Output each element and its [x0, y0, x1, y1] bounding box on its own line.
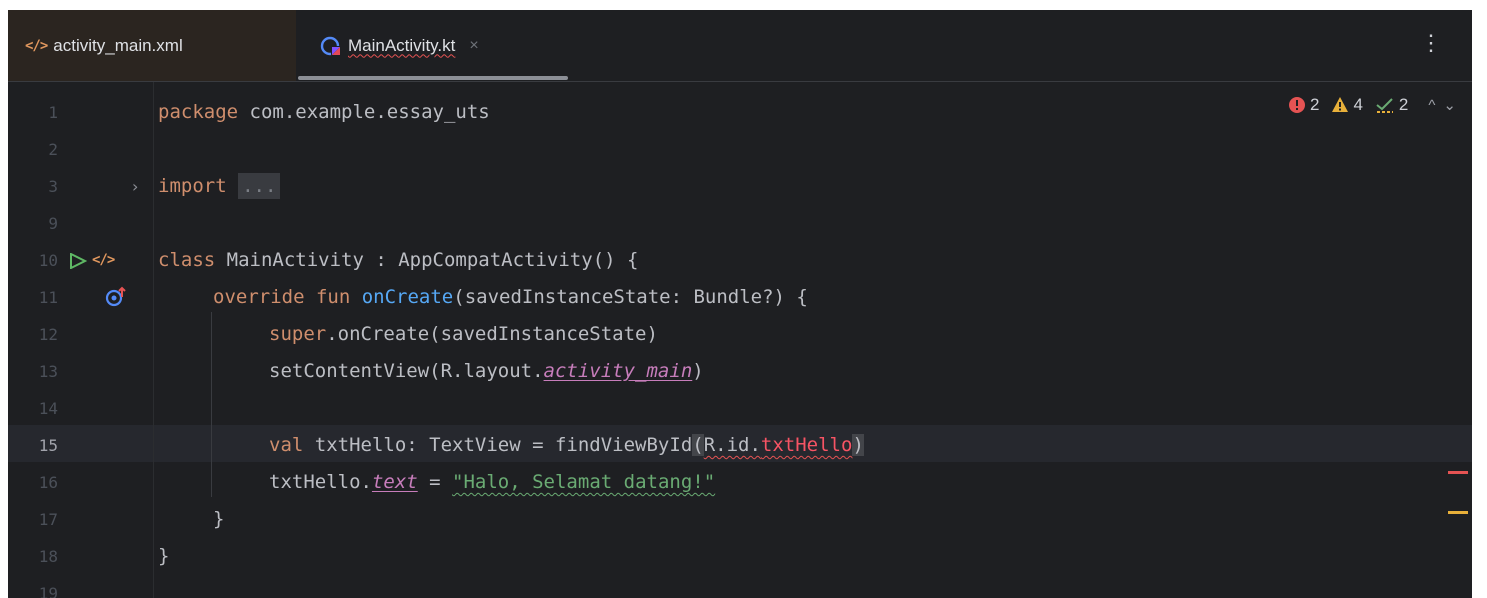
line-number: 12 — [38, 325, 58, 344]
overrides-method-icon[interactable] — [104, 286, 128, 312]
operator: = — [417, 471, 453, 493]
unresolved-reference: txtHello — [760, 434, 853, 456]
line-number: 16 — [38, 473, 58, 492]
package-name: com.example.essay_uts — [238, 101, 490, 123]
error-count-value: 2 — [1309, 95, 1320, 114]
close-tab-icon[interactable]: × — [469, 37, 478, 55]
fold-expand-icon[interactable]: › — [132, 168, 138, 205]
layout-preview-icon[interactable]: </> — [92, 242, 115, 279]
string-literal: "Halo, Selamat datang!" — [452, 471, 716, 493]
line-number: 19 — [38, 584, 58, 598]
keyword: val — [269, 434, 304, 456]
tab-label: MainActivity.kt — [348, 35, 456, 55]
code-line-17: } — [213, 508, 225, 530]
indent-guide — [211, 312, 212, 497]
line-number: 3 — [48, 177, 58, 196]
more-options-icon[interactable]: ⋮ — [1420, 32, 1442, 54]
code-editor[interactable]: 1 2 3 9 10 11 12 13 14 15 16 17 18 19 › … — [8, 82, 1472, 598]
active-tab-indicator — [298, 76, 568, 80]
xml-icon: </> — [25, 37, 48, 54]
property-reference: text — [371, 471, 418, 493]
kotlin-class-icon — [320, 35, 342, 57]
code-line-10: class MainActivity : AppCompatActivity()… — [158, 242, 638, 279]
gutter-separator — [153, 82, 154, 598]
line-number: 17 — [38, 510, 58, 529]
keyword: super — [269, 323, 327, 345]
error-count[interactable]: 2 — [1288, 95, 1319, 115]
code-line-3: import ... — [158, 168, 281, 205]
run-icon[interactable] — [69, 252, 88, 273]
tab-label: activity_main.xml — [53, 35, 183, 55]
error-stripe-marker[interactable] — [1448, 471, 1468, 474]
declaration: txtHello: TextView = findViewById — [303, 434, 693, 456]
matched-bracket: ) — [852, 434, 864, 456]
code-line-16: txtHello.text = "Halo, Selamat datang!" — [269, 464, 715, 501]
code-line-13: setContentView(R.layout.activity_main) — [269, 353, 704, 390]
call: setContentView(R.layout. — [269, 360, 544, 382]
weak-warning-count-value: 2 — [1398, 95, 1409, 114]
line-number: 9 — [48, 214, 58, 233]
keyword: override fun — [213, 286, 351, 308]
id-reference: R.id. — [703, 434, 761, 456]
code-line-1: package com.example.essay_uts — [158, 94, 490, 131]
line-number: 1 — [48, 103, 58, 122]
warning-count[interactable]: 4 — [1331, 95, 1363, 115]
tab-main-activity-kt[interactable]: MainActivity.kt × — [296, 10, 574, 81]
line-number: 2 — [48, 140, 58, 159]
error-icon — [1288, 97, 1305, 113]
call: .onCreate(savedInstanceState) — [326, 323, 658, 345]
paren: ) — [692, 360, 704, 382]
code-line-18: } — [158, 545, 170, 567]
line-number: 18 — [38, 547, 58, 566]
warning-count-value: 4 — [1353, 95, 1363, 114]
previous-highlight-icon[interactable]: ^ — [1428, 97, 1435, 114]
function-name: onCreate — [361, 286, 454, 308]
folded-imports[interactable]: ... — [238, 173, 281, 199]
editor-window: </> activity_main.xml MainActivity.kt × … — [8, 10, 1472, 598]
line-number-current: 15 — [38, 436, 58, 455]
keyword: package — [158, 101, 239, 123]
code-line-11: override fun onCreate(savedInstanceState… — [213, 279, 808, 316]
class-declaration: MainActivity : AppCompatActivity() { — [215, 249, 639, 271]
line-number: 14 — [38, 399, 58, 418]
matched-bracket: ( — [692, 434, 704, 456]
layout-reference: activity_main — [543, 360, 693, 382]
receiver: txtHello. — [269, 471, 372, 493]
next-highlight-icon[interactable]: ⌄ — [1443, 96, 1456, 114]
tab-bar: </> activity_main.xml MainActivity.kt × … — [8, 10, 1472, 82]
gutter: 1 2 3 9 10 11 12 13 14 15 16 17 18 19 › … — [8, 82, 153, 598]
line-number: 13 — [38, 362, 58, 381]
keyword: import — [158, 175, 227, 197]
weak-warning-count[interactable]: 2 — [1375, 95, 1408, 115]
function-params: (savedInstanceState: Bundle?) { — [453, 286, 808, 308]
line-number: 11 — [38, 288, 58, 307]
check-double-icon — [1376, 98, 1393, 113]
tab-activity-main-xml[interactable]: </> activity_main.xml — [8, 10, 296, 81]
line-number: 10 — [38, 251, 58, 270]
inspection-widget[interactable]: 2 4 2 ^ ⌄ — [1288, 90, 1456, 120]
code-line-15: val txtHello: TextView = findViewById(R.… — [269, 427, 864, 464]
keyword: class — [158, 249, 216, 271]
warning-icon — [1332, 97, 1349, 112]
warning-stripe-marker[interactable] — [1448, 511, 1468, 514]
code-line-12: super.onCreate(savedInstanceState) — [269, 316, 658, 353]
